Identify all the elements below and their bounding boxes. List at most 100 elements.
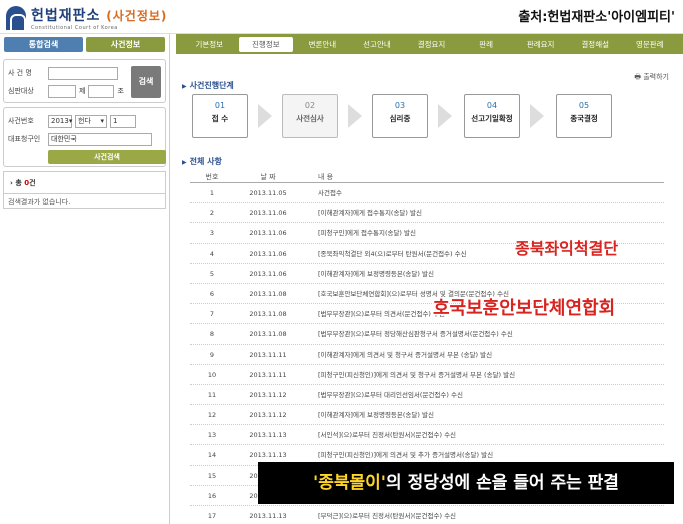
case-name-input[interactable] <box>48 66 118 80</box>
tab-case-info[interactable]: 사건정보 <box>86 37 165 52</box>
step-arrow-icon <box>258 104 272 128</box>
case-no-label: 사건번호 <box>8 117 34 125</box>
row-number: 15 <box>207 471 217 480</box>
row-number: 9 <box>209 350 215 359</box>
row-number: 12 <box>207 411 217 420</box>
menu-item[interactable]: 진행정보 <box>238 36 294 52</box>
step-name: 접 수 <box>211 114 229 123</box>
step-name: 종국결정 <box>570 114 598 123</box>
row-date: 2013.11.06 <box>249 209 287 218</box>
progress-title: 사건진행단계 <box>182 80 234 91</box>
step-number: 03 <box>394 101 406 110</box>
progress-step: 05 종국결정 <box>556 94 612 138</box>
row-date: 2013.11.06 <box>249 229 287 238</box>
caption-banner: '종북몰이'의 정당성에 손을 들어 주는 판결 <box>258 462 674 504</box>
row-content: [이해관계자]에게 보정명령등본(송달) 발신 <box>318 269 434 278</box>
menu-item[interactable]: 결정해설 <box>568 39 623 50</box>
menu-item[interactable]: 결정요지 <box>404 39 459 50</box>
step-arrow-icon <box>530 104 544 128</box>
menu-item[interactable]: 판례요지 <box>513 39 568 50</box>
menu-item[interactable]: 영문판례 <box>623 39 678 50</box>
main-content: 🖶 출력하기 사건진행단계 01 접 수 02 사전심사 03 심리중 04 선고기일확정 05… <box>176 56 683 524</box>
row-number: 17 <box>207 512 217 520</box>
col-number: 번호 <box>205 173 219 181</box>
caption-rest: 의 정당성에 손을 들어 주는 판결 <box>386 473 619 493</box>
progress-steps: 01 접 수 02 사전심사 03 심리중 04 선고기일확정 05 종국결정 <box>182 94 612 142</box>
row-date: 2013.11.11 <box>249 350 287 359</box>
case-name-label: 사 건 명 <box>8 69 32 77</box>
top-header: 헌법재판소 (사건정보) Constitutional Court of Kor… <box>0 0 683 34</box>
sidebar-tabs: 통합검색 사건정보 <box>0 34 169 55</box>
menu-item[interactable]: 선고안내 <box>350 39 405 50</box>
target-input[interactable] <box>48 84 76 98</box>
row-number: 11 <box>207 390 217 399</box>
case-type-select[interactable]: 헌다 ▾ <box>75 114 107 128</box>
row-date: 2013.11.06 <box>249 269 287 278</box>
row-date: 2013.11.13 <box>249 431 287 440</box>
step-number: 05 <box>578 101 590 110</box>
case-type-value: 헌다 <box>78 116 91 125</box>
tab-integrated-search[interactable]: 통합검색 <box>4 37 83 52</box>
logo-title-main: 헌법재판소 <box>31 8 101 24</box>
row-date: 2013.11.11 <box>249 370 287 379</box>
case-number-search-box: 사건번호 2013 ▾ 헌다 ▾ 1 대표청구인 대한민국 사건검색 <box>3 107 166 167</box>
row-content: [부덕근](으)로부터 진정서(탄원서)(문건접수) 수신 <box>318 512 457 520</box>
count-prefix: 총 <box>15 179 25 187</box>
row-date: 2013.11.12 <box>249 411 287 420</box>
step-name: 사전심사 <box>296 114 324 123</box>
row-content: 사건접수 <box>318 189 342 197</box>
table-row: 10 2013.11.11 [피청구인(피신청인)]에게 의견서 및 청구서 증거설… <box>190 365 664 385</box>
case-year-value: 2013 <box>51 116 69 125</box>
table-row: 1 2013.11.05 사건접수 <box>190 183 664 204</box>
representative-input[interactable]: 대한민국 <box>48 132 152 146</box>
progress-step: 02 사전심사 <box>282 94 338 138</box>
row-number: 16 <box>207 491 217 500</box>
row-content: [피청구인(피신청인)]에게 의견서 및 청구서 증거설명서 부본 (송달) 발… <box>318 370 516 379</box>
row-number: 6 <box>209 289 215 298</box>
step-number: 04 <box>486 101 498 110</box>
court-emblem-icon <box>6 6 26 30</box>
menu-item[interactable]: 판례 <box>459 39 514 50</box>
progress-step: 01 접 수 <box>192 94 248 138</box>
row-number: 14 <box>207 451 217 460</box>
row-date: 2013.11.12 <box>249 390 287 399</box>
row-content: [이해관계자]에게 의견서 및 청구서 증거설명서 부본 (송달) 발신 <box>318 350 493 359</box>
court-logo[interactable]: 헌법재판소 (사건정보) Constitutional Court of Kor… <box>6 5 167 31</box>
row-number: 8 <box>209 330 215 339</box>
result-message: 검색결과가 없습니다. <box>3 193 166 209</box>
article-label: 제 <box>79 87 86 95</box>
menu-item[interactable]: 기본정보 <box>182 39 237 50</box>
row-content: [이해관계자]에게 보정명령등본(송달) 발신 <box>318 411 434 420</box>
menu-item[interactable]: 변론안내 <box>295 39 350 50</box>
case-seq-input[interactable]: 1 <box>110 114 136 128</box>
col-date: 날 짜 <box>260 173 276 181</box>
row-date: 2013.11.05 <box>249 189 287 197</box>
table-row: 2 2013.11.06 [이해관계자]에게 접수통지(송달) 발신 <box>190 203 664 224</box>
row-date: 2013.11.08 <box>249 310 287 319</box>
case-search-button[interactable]: 사건검색 <box>48 150 166 164</box>
table-row: 13 2013.11.13 [서인석](으)로부터 진정서(탄원서)(문건접수) 수… <box>190 425 664 446</box>
main-menu: 기본정보 진행정보 변론안내 선고안내 결정요지 판례 판례요지 결정해설 영문판례 <box>176 34 683 54</box>
print-link[interactable]: 🖶 출력하기 <box>634 72 669 84</box>
article-input[interactable] <box>88 84 115 98</box>
case-year-select[interactable]: 2013 ▾ <box>48 114 72 128</box>
row-number: 4 <box>209 249 215 258</box>
search-button[interactable]: 검색 <box>131 66 161 98</box>
row-content: [서인석](으)로부터 진정서(탄원서)(문건접수) 수신 <box>318 431 457 440</box>
clause-label: 조 <box>117 87 124 95</box>
overlay-label-1: 종북좌익척결단 <box>515 239 619 258</box>
progress-step: 04 선고기일확정 <box>464 94 520 138</box>
step-arrow-icon <box>348 104 362 128</box>
row-number: 3 <box>209 229 215 238</box>
row-content: [법무부장관](으)로부터 정당해산심판청구서 증거설명서(문건접수) 수신 <box>318 330 513 339</box>
keyword-search-box: 사 건 명 심판대상 제 조 검색 <box>3 59 166 103</box>
sidebar: 통합검색 사건정보 사 건 명 심판대상 제 조 검색 사건번호 2013 ▾ 헌… <box>0 34 170 524</box>
overlay-label-2: 호국보훈안보단체연합회 <box>433 298 616 319</box>
row-number: 7 <box>209 310 215 319</box>
table-row: 8 2013.11.08 [법무부장관](으)로부터 정당해산심판청구서 증거설명서… <box>190 324 664 345</box>
logo-english: Constitutional Court of Korea <box>31 25 118 31</box>
col-content: 내 용 <box>318 173 334 181</box>
source-credit: 출처:헌법재판소'아이엠피티' <box>518 10 675 25</box>
chevron-down-icon: ▾ <box>100 116 104 125</box>
row-number: 1 <box>209 189 215 197</box>
